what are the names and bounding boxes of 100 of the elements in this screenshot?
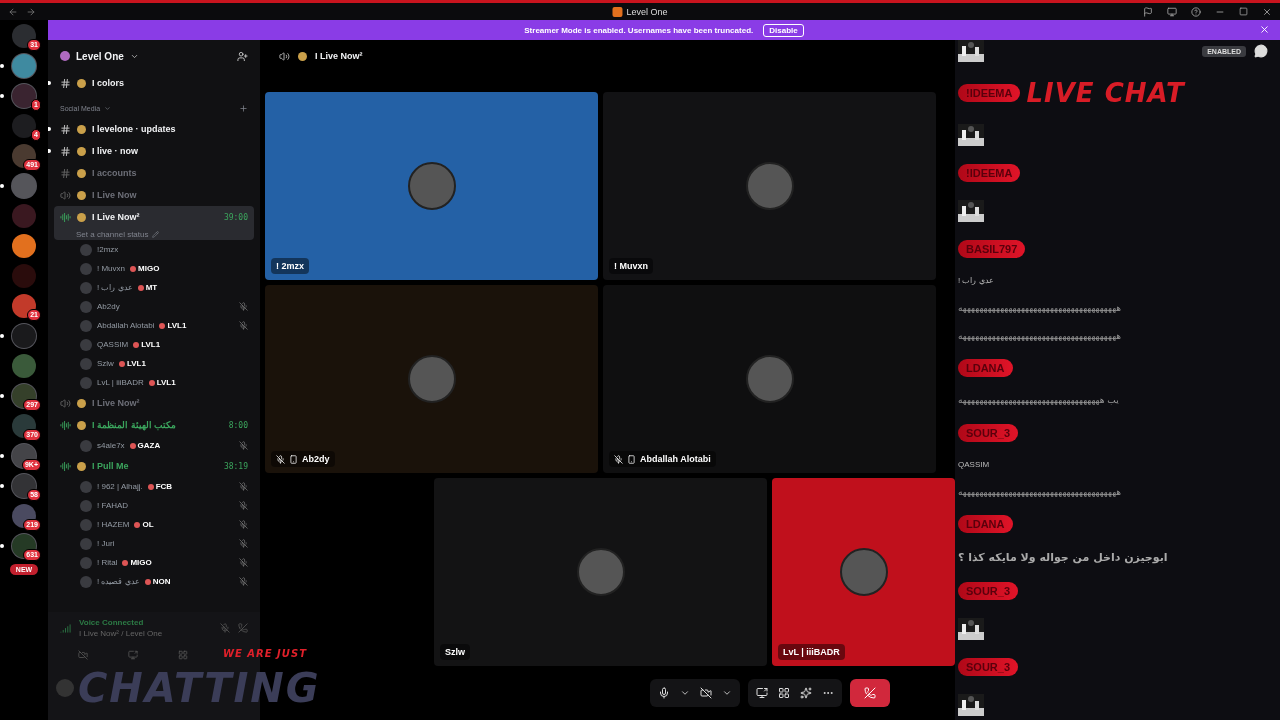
voice-member[interactable]: ! FAHAD [54, 496, 254, 515]
tag-label: MT [145, 283, 158, 292]
tag-icon [130, 265, 136, 272]
voice-member[interactable]: ! Juri [54, 534, 254, 553]
chat-message: ههههههههههههههههههههههههههههههههههههههه [958, 486, 1122, 497]
tag-icon [118, 360, 125, 367]
server-icon[interactable] [12, 444, 36, 468]
avatar [80, 319, 92, 332]
video-tile[interactable]: ! 2mzx [265, 92, 598, 280]
avatar [80, 300, 92, 313]
channel-title: I Live Now² [315, 51, 363, 61]
tag-icon [129, 442, 136, 449]
member-name: ! Rital [97, 558, 118, 567]
close-button[interactable] [1259, 24, 1270, 35]
server-icon[interactable] [12, 504, 36, 528]
channel-item[interactable]: I levelone · updates [54, 118, 254, 140]
chat-author: BASIL797 [958, 240, 1026, 259]
avatar [80, 556, 92, 569]
chat-icon[interactable] [1254, 44, 1268, 58]
member-name: QASSIM [97, 340, 129, 349]
close-icon [1259, 24, 1270, 35]
server-icon[interactable] [12, 144, 36, 168]
camera-off-icon [700, 687, 712, 699]
tag-label: OL [142, 520, 154, 529]
soundboard-button[interactable] [800, 687, 812, 699]
avatar [80, 281, 92, 294]
voice-member[interactable]: LvL | iiiBADR LVL1 [54, 373, 254, 392]
invite-icon[interactable] [237, 50, 248, 62]
chat-message: ابوجيزن داخل من جواله ولا مايكه كذا ؟ [958, 550, 1168, 564]
server-icon[interactable] [12, 294, 36, 318]
voice-member[interactable]: ! 962 | Alhajj. FCB [54, 477, 254, 496]
call-timer: 8:00 [228, 420, 248, 430]
video-tile[interactable]: LvL | iiiBADR [772, 478, 955, 666]
member-name: Ab2dy [97, 302, 120, 311]
video-tile[interactable]: ! Muvxn [603, 92, 936, 280]
chat-author: LDANA [958, 359, 1013, 378]
signal-icon [60, 622, 71, 634]
voice-channel[interactable]: I Live Now² [54, 392, 254, 414]
server-icon[interactable] [12, 24, 36, 48]
voice-member[interactable]: ! Muvxn MIGO [54, 259, 254, 278]
voice-member[interactable]: Szlw LVL1 [54, 354, 254, 373]
voice-member[interactable]: Abdallah Alotabi LVL1 [54, 316, 254, 335]
flag-icon[interactable] [1143, 6, 1153, 17]
voice-member[interactable]: QASSIM LVL1 [54, 335, 254, 354]
chat-author: !IDEEMA [958, 84, 1021, 103]
avatar [80, 376, 92, 389]
member-name: Abdallah Alotabi [97, 321, 155, 330]
emoji-icon [77, 78, 86, 88]
server-icon[interactable] [12, 534, 36, 558]
video-tile[interactable]: Szlw [434, 478, 767, 666]
video-tile[interactable]: Abdallah Alotabi [603, 285, 936, 473]
channel-item[interactable]: I accounts [54, 162, 254, 184]
member-name: s4ale7x [97, 441, 125, 450]
server-name[interactable]: Level One [76, 50, 124, 62]
hash-icon [60, 145, 71, 157]
voice-channel[interactable]: I Live Now [54, 184, 254, 206]
call-timer: 39:00 [223, 212, 248, 222]
mic-button[interactable] [658, 687, 670, 699]
maximize-icon[interactable] [1239, 6, 1248, 16]
avatar [80, 357, 92, 370]
voice-member[interactable]: ! Rital MIGO [54, 553, 254, 572]
help-icon[interactable] [1191, 6, 1201, 17]
tag-icon [137, 284, 144, 291]
app-icon [612, 6, 623, 17]
voice-channel[interactable]: I Live Now² 39:00 Set a channel status [54, 206, 254, 240]
disable-button[interactable]: Disable [763, 23, 804, 37]
pencil-icon [151, 230, 159, 238]
speaker-icon [279, 50, 290, 62]
back-icon[interactable] [8, 6, 18, 17]
close-icon[interactable] [1262, 6, 1272, 17]
activities-button[interactable] [778, 687, 790, 699]
server-icon[interactable] [12, 234, 36, 258]
member-name: ! عدي راب [97, 283, 133, 292]
call-timer: 38:19 [223, 461, 248, 471]
voice-member[interactable]: ! HAZEM OL [54, 515, 254, 534]
forward-icon[interactable] [26, 6, 36, 17]
emoji-icon [77, 398, 86, 408]
server-icon[interactable] [12, 474, 36, 498]
hang-up-button[interactable] [850, 679, 890, 707]
server-icon[interactable] [12, 414, 36, 438]
voice-member[interactable]: s4ale7x GAZA [54, 436, 254, 455]
voice-member[interactable]: Ab2dy [54, 297, 254, 316]
hang-up-icon [864, 687, 876, 699]
avatar [80, 518, 92, 531]
screen-share-button[interactable] [756, 687, 768, 699]
caret-button[interactable] [680, 688, 690, 698]
server-icon[interactable] [12, 384, 36, 408]
channel-item[interactable]: I live · now [54, 140, 254, 162]
channel-status[interactable]: Set a channel status [54, 228, 254, 240]
caret-button[interactable] [722, 688, 732, 698]
add-icon[interactable] [239, 103, 248, 113]
video-tile[interactable]: Ab2dy [265, 285, 598, 473]
monitor-icon[interactable] [1167, 6, 1177, 17]
member-name: ! HAZEM [97, 520, 130, 529]
emoji-icon [77, 146, 86, 156]
voice-channel[interactable]: I Pull Me 38:19 [54, 455, 254, 477]
tag-icon [144, 578, 151, 585]
channel-item[interactable]: I colors [54, 72, 254, 94]
camera-button[interactable] [700, 687, 712, 699]
voice-member[interactable]: !2mzx [54, 240, 254, 259]
